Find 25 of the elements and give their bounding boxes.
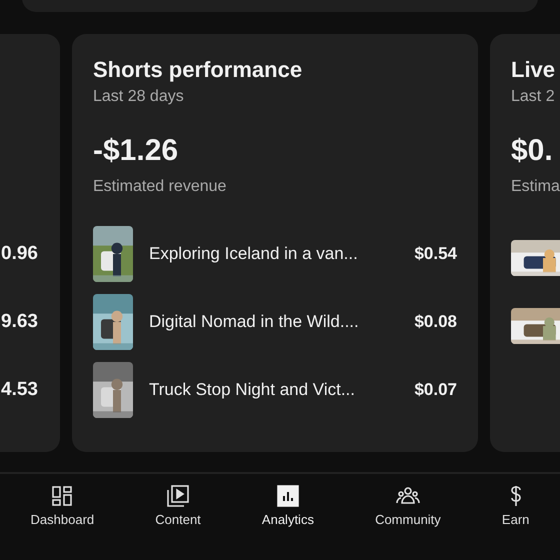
card-title: Live [511,56,556,84]
card-title: Shorts performance [93,56,304,84]
video-title[interactable]: Digital Nomad in the Wild.... [149,312,398,332]
total-revenue: $0. [511,134,554,168]
total-revenue: -$1.26 [93,134,180,168]
period-label: Last 2 [511,88,556,106]
revenue-label: Estima [511,178,560,196]
video-revenue: $0.54 [414,244,457,264]
bar-chart-icon [276,484,300,508]
revenue-amount: 9.63 [1,311,38,333]
video-title[interactable]: Exploring Iceland in a van... [149,244,398,264]
period-label: Last 28 days [93,88,185,106]
nav-tab[interactable]: Earn [498,484,534,560]
dashboard-icon [50,484,74,508]
nav-tab[interactable]: Community [371,484,445,560]
video-library-icon [166,484,190,508]
nav-tab[interactable]: Dashboard [26,484,98,560]
nav-tab[interactable]: Analytics [258,484,318,560]
video-title[interactable]: Truck Stop Night and Vict... [149,380,398,400]
video-revenue: $0.08 [414,312,457,332]
revenue-amount: 4.53 [1,379,38,401]
video-revenue: $0.07 [414,380,457,400]
revenue-amount: 0.96 [1,243,38,265]
nav-tab[interactable]: Content [151,484,205,560]
revenue-label: Estimated revenue [93,178,228,196]
